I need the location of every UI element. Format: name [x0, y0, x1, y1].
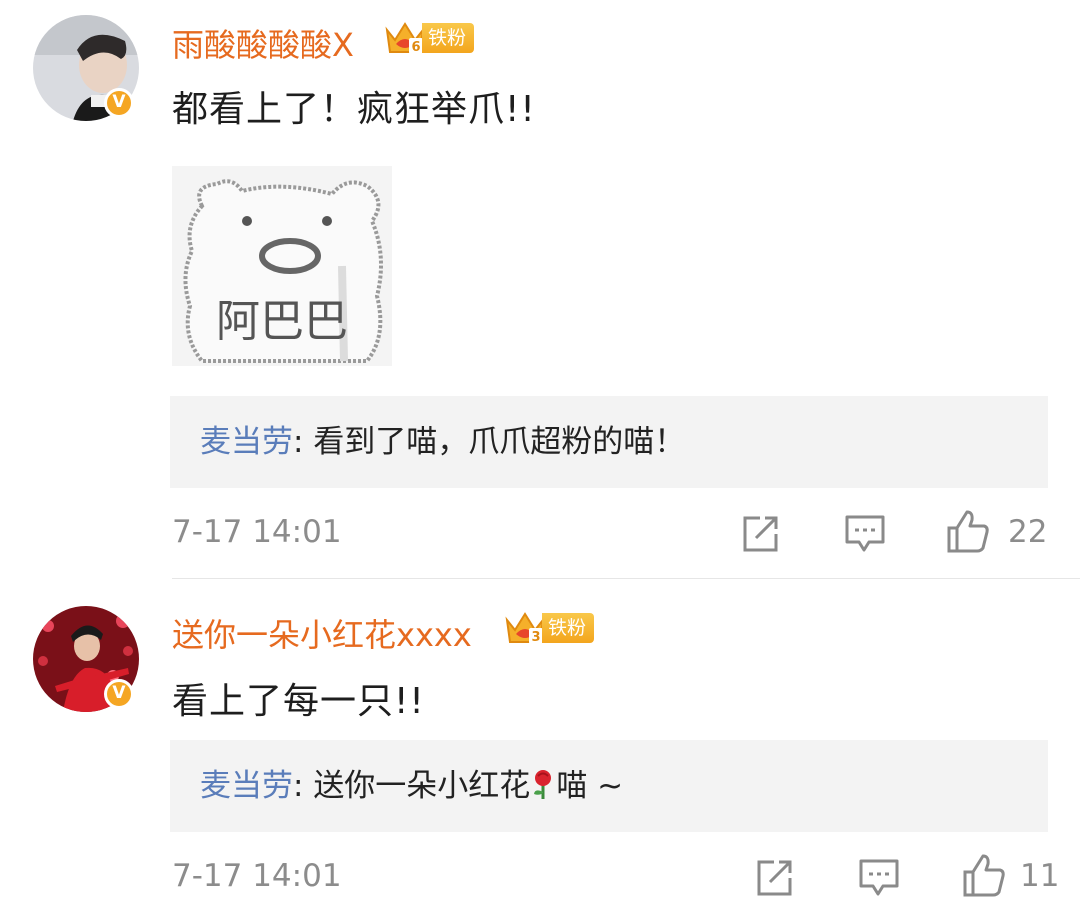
reply-author[interactable]: 麦当劳: [200, 424, 293, 460]
like-icon[interactable]: [962, 852, 1006, 898]
like-icon[interactable]: [946, 508, 990, 554]
crown-icon: 6: [385, 22, 425, 55]
reply-author[interactable]: 麦当劳: [200, 768, 293, 804]
rose-emoji-icon: [534, 770, 552, 799]
badge-level: 6: [411, 40, 420, 55]
crown-icon: 3: [505, 612, 545, 645]
comment-item: V 送你一朵小红花xxxx 3 铁粉 看上了每一只!! 麦当劳: 送你一朵小红花…: [0, 580, 1080, 916]
reply-box[interactable]: 麦当劳: 看到了喵，爪爪超粉的喵！: [170, 396, 1048, 488]
reply-text: 送你一朵小红花: [313, 768, 531, 804]
comment-text: 看上了每一只!!: [172, 681, 425, 722]
timestamp: 7-17 14:01: [172, 514, 342, 550]
verified-badge-icon: V: [104, 88, 134, 118]
badge-label: 铁粉: [422, 23, 475, 53]
divider: [172, 578, 1080, 579]
sticker-image[interactable]: 阿巴巴: [172, 166, 392, 366]
reply-text: 看到了喵，爪爪超粉的喵！: [313, 424, 686, 460]
comment-item: V 雨酸酸酸酸X 6 铁粉 都看上了！疯狂举爪!! 阿巴巴 麦当劳: 看到了喵，…: [0, 0, 1080, 580]
reply-text-suffix: 喵 ~: [556, 768, 624, 804]
timestamp: 7-17 14:01: [172, 858, 342, 894]
sticker-text: 阿巴巴: [216, 296, 348, 347]
reply-box[interactable]: 麦当劳: 送你一朵小红花 喵 ~: [170, 740, 1048, 832]
like-count: 22: [1008, 514, 1048, 550]
like-count: 11: [1020, 858, 1060, 894]
verified-badge-icon: V: [104, 679, 134, 709]
share-icon[interactable]: [740, 514, 780, 554]
comment-text: 都看上了！疯狂举爪!!: [172, 89, 536, 130]
badge-label: 铁粉: [542, 613, 595, 643]
username[interactable]: 雨酸酸酸酸X: [172, 20, 354, 66]
reply-separator: :: [293, 768, 314, 804]
share-icon[interactable]: [754, 858, 794, 898]
fan-badge[interactable]: 3 铁粉: [504, 610, 595, 646]
badge-level: 3: [531, 630, 540, 645]
reply-separator: :: [293, 424, 314, 460]
comment-icon[interactable]: [858, 858, 900, 898]
comment-icon[interactable]: [844, 514, 886, 554]
fan-badge[interactable]: 6 铁粉: [384, 20, 475, 56]
username[interactable]: 送你一朵小红花xxxx: [172, 610, 472, 656]
